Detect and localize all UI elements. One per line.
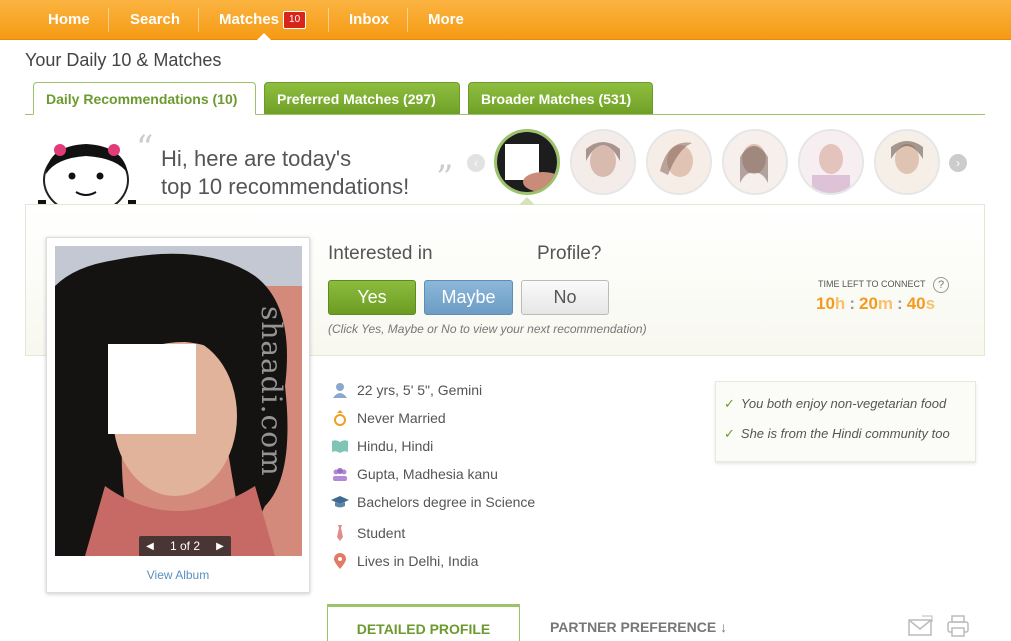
community-icon [331,466,349,482]
nav-active-caret [257,33,271,40]
time-left-label: TIME LEFT TO CONNECT [818,279,926,289]
nav-inbox[interactable]: Inbox [349,0,389,40]
matches-count-badge: 10 [283,11,307,29]
greeting-line-2: top 10 recommendations! [161,174,410,199]
open-quote-icon: “ [136,128,154,168]
common-interests-box: ✓ You both enjoy non-vegetarian food ✓ She… [715,381,976,462]
page-root: Home Search Matches 10 Inbox More Your Da… [0,0,1011,641]
print-icon[interactable] [946,614,972,638]
recommendation-thumb[interactable] [798,129,864,195]
nav-divider [328,8,329,32]
timer-minutes-unit: m [877,294,894,313]
no-button[interactable]: No [521,280,609,315]
greeting-line-1: Hi, here are today's [161,146,352,171]
timer-seconds-unit: s [925,294,936,313]
interest-hint: (Click Yes, Maybe or No to view your nex… [328,322,647,336]
person-icon [331,382,349,398]
location-pin-icon [331,553,349,569]
help-icon[interactable]: ? [933,277,949,293]
yes-button[interactable]: Yes [328,280,416,315]
prev-arrow-icon[interactable]: ‹ [467,154,485,172]
detail-occupation: Student [331,523,405,543]
tab-detailed-profile[interactable]: DETAILED PROFILE [327,604,520,641]
interest-question-start: Interested in [328,243,433,264]
photo-next-icon[interactable]: ▶ [211,536,229,556]
book-icon [331,438,349,454]
ring-icon [331,410,349,426]
nav-divider [108,8,109,32]
detail-location: Lives in Delhi, India [331,551,478,571]
recommendation-thumb[interactable] [570,129,636,195]
tab-daily-recommendations[interactable]: Daily Recommendations (10) [33,82,256,115]
thumb-pointer [519,197,535,205]
maybe-button[interactable]: Maybe [424,280,513,315]
tab-preferred-matches[interactable]: Preferred Matches (297) [264,82,460,115]
detail-education: Bachelors degree in Science [331,492,535,512]
photo-counter: 1 of 2 [169,539,201,553]
detail-marital-status: Never Married [331,408,446,428]
detail-religion-language: Hindu, Hindi [331,436,433,456]
timer-hours: 10 [816,294,835,313]
greeting-text: Hi, here are today's top 10 recommendati… [161,145,409,201]
timer-hours-unit: h [834,294,846,313]
nav-matches-label: Matches [219,11,280,28]
photo-watermark: shaadi.com [255,306,288,477]
profile-photo-card: shaadi.com ◀ 1 of 2 ▶ View Album [46,237,310,593]
profile-photo[interactable]: shaadi.com ◀ 1 of 2 ▶ [55,246,302,556]
next-arrow-icon[interactable]: › [949,154,967,172]
nav-divider [198,8,199,32]
common-interest-item: ✓ She is from the Hindi community too [724,426,950,441]
photo-prev-icon[interactable]: ◀ [141,536,159,556]
nav-more[interactable]: More [428,0,464,40]
nav-home[interactable]: Home [48,0,90,40]
page-title: Your Daily 10 & Matches [25,50,222,70]
tie-icon [331,525,349,541]
photo-pager: ◀ 1 of 2 ▶ [139,536,231,556]
recommendation-thumb[interactable] [646,129,712,195]
mascot-icon [38,138,138,215]
timer-minutes: 20 [858,294,878,313]
detail-community: Gupta, Madhesia kanu [331,464,498,484]
timer-seconds: 40 [906,294,926,313]
nav-divider [407,8,408,32]
top-nav: Home Search Matches 10 Inbox More [0,0,1011,40]
recommendation-thumb[interactable] [874,129,940,195]
close-quote-icon: ” [436,158,454,198]
detail-age-height: 22 yrs, 5' 5", Gemini [331,380,482,400]
tab-partner-preference[interactable]: PARTNER PREFERENCE ↓ [550,619,727,635]
interest-question-end: Profile? [537,243,602,264]
check-icon: ✓ [724,396,735,411]
recommendation-thumb-active[interactable] [494,129,560,195]
email-icon[interactable] [908,614,934,638]
check-icon: ✓ [724,426,735,441]
common-interest-item: ✓ You both enjoy non-vegetarian food [724,396,947,411]
graduation-cap-icon [331,494,349,510]
recommendation-thumb[interactable] [722,129,788,195]
countdown-timer: 10h:20m:40s [816,294,936,313]
tab-broader-matches[interactable]: Broader Matches (531) [468,82,653,115]
view-album-link[interactable]: View Album [47,568,309,582]
nav-search[interactable]: Search [130,0,180,40]
